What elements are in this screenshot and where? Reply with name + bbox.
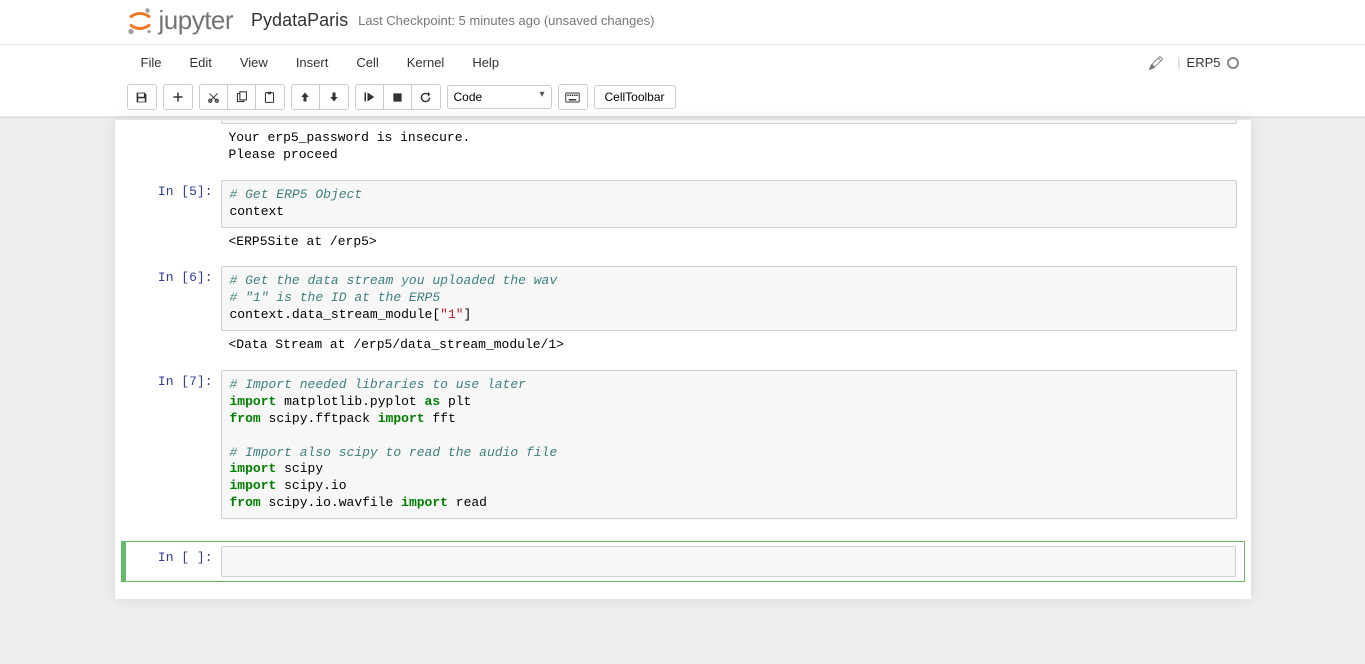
menu-row: File Edit View Insert Cell Kernel Help |… — [115, 45, 1251, 80]
kernel-indicator: | ERP5 — [1149, 55, 1238, 70]
save-icon — [135, 91, 148, 104]
code-keyword: import — [230, 461, 277, 476]
cut-button[interactable] — [200, 85, 228, 109]
prompt-in-5: In [5]: — [121, 180, 221, 257]
code-cell-6[interactable]: In [6]: # Get the data stream you upload… — [121, 262, 1245, 364]
code-comment: # Import also scipy to read the audio fi… — [230, 445, 558, 460]
toolbar: Code CellToolbar — [115, 80, 1251, 116]
prompt-in-6: In [6]: — [121, 266, 221, 360]
code-line: ] — [464, 307, 472, 322]
restart-button[interactable] — [412, 85, 440, 109]
checkpoint-status: Last Checkpoint: 5 minutes ago (unsaved … — [358, 13, 654, 28]
code-comment: # Get the data stream you uploaded the w… — [230, 273, 558, 288]
code-comment: # "1" is the ID at the ERP5 — [230, 290, 441, 305]
cell-type-select[interactable]: Code — [447, 85, 552, 109]
paste-button[interactable] — [256, 85, 284, 109]
move-down-button[interactable] — [320, 85, 348, 109]
code-line: context.data_stream_module[ — [230, 307, 441, 322]
code-text: fft — [425, 411, 456, 426]
header: jupyter PydataParis Last Checkpoint: 5 m… — [0, 0, 1365, 45]
menu-edit[interactable]: Edit — [175, 47, 225, 78]
kernel-busy-icon[interactable] — [1227, 57, 1239, 69]
kernel-separator: | — [1177, 55, 1180, 70]
menu-view[interactable]: View — [226, 47, 282, 78]
restart-icon — [419, 91, 432, 104]
arrow-down-icon — [328, 91, 340, 103]
code-keyword: import — [230, 478, 277, 493]
code-input-empty[interactable] — [221, 546, 1236, 577]
code-keyword: from — [230, 411, 261, 426]
copy-icon — [235, 91, 248, 104]
notebook-container: Your erp5_password is insecure. Please p… — [115, 120, 1251, 599]
code-cell-7[interactable]: In [7]: # Import needed libraries to use… — [121, 366, 1245, 523]
jupyter-logo[interactable]: jupyter — [125, 5, 234, 36]
prompt-empty — [121, 120, 221, 170]
run-icon — [363, 91, 375, 103]
keyboard-icon — [565, 92, 580, 103]
code-keyword: from — [230, 495, 261, 510]
save-button[interactable] — [128, 85, 156, 109]
stop-icon — [392, 92, 403, 103]
add-cell-button[interactable] — [164, 85, 192, 109]
output-5: <ERP5Site at /erp5> — [221, 228, 1237, 257]
paste-icon — [263, 91, 276, 104]
kernel-name[interactable]: ERP5 — [1187, 55, 1221, 70]
jupyter-icon — [125, 6, 155, 36]
code-string: "1" — [440, 307, 463, 322]
code-keyword: import — [401, 495, 448, 510]
menubar-container: File Edit View Insert Cell Kernel Help |… — [0, 45, 1365, 117]
code-cell-5[interactable]: In [5]: # Get ERP5 Object context <ERP5S… — [121, 176, 1245, 261]
celltoolbar-button[interactable]: CellToolbar — [594, 85, 676, 109]
code-line: context — [230, 204, 285, 219]
code-text: scipy.fftpack — [261, 411, 378, 426]
code-text: scipy.io.wavfile — [261, 495, 401, 510]
code-input-5[interactable]: # Get ERP5 Object context — [221, 180, 1237, 228]
code-keyword: as — [425, 394, 441, 409]
arrow-up-icon — [299, 91, 311, 103]
output-6: <Data Stream at /erp5/data_stream_module… — [221, 331, 1237, 360]
code-text: read — [448, 495, 487, 510]
move-up-button[interactable] — [292, 85, 320, 109]
prompt-in-empty: In [ ]: — [126, 546, 221, 577]
code-text: scipy.io — [276, 478, 346, 493]
edit-mode-icon — [1149, 56, 1163, 70]
copy-button[interactable] — [228, 85, 256, 109]
menu-insert[interactable]: Insert — [282, 47, 343, 78]
cell-output-fragment[interactable]: Your erp5_password is insecure. Please p… — [121, 120, 1245, 174]
run-button[interactable] — [356, 85, 384, 109]
code-text: matplotlib.pyplot — [276, 394, 424, 409]
menu-help[interactable]: Help — [458, 47, 513, 78]
code-input-6[interactable]: # Get the data stream you uploaded the w… — [221, 266, 1237, 331]
command-palette-button[interactable] — [559, 85, 587, 109]
cut-icon — [207, 91, 220, 104]
menu-kernel[interactable]: Kernel — [393, 47, 459, 78]
code-cell-empty[interactable]: In [ ]: — [121, 541, 1245, 582]
code-text: plt — [440, 394, 471, 409]
notebook-name[interactable]: PydataParis — [251, 10, 348, 31]
logo-text: jupyter — [159, 5, 234, 36]
interrupt-button[interactable] — [384, 85, 412, 109]
menu-file[interactable]: File — [127, 47, 176, 78]
notebook-background: Your erp5_password is insecure. Please p… — [0, 117, 1365, 664]
prompt-in-7: In [7]: — [121, 370, 221, 519]
output-text: Your erp5_password is insecure. Please p… — [221, 124, 1237, 170]
menu-cell[interactable]: Cell — [342, 47, 392, 78]
code-comment: # Import needed libraries to use later — [230, 377, 526, 392]
code-text: scipy — [276, 461, 323, 476]
plus-icon — [172, 91, 184, 103]
code-input-7[interactable]: # Import needed libraries to use later i… — [221, 370, 1237, 519]
code-keyword: import — [230, 394, 277, 409]
code-comment: # Get ERP5 Object — [230, 187, 363, 202]
code-keyword: import — [378, 411, 425, 426]
